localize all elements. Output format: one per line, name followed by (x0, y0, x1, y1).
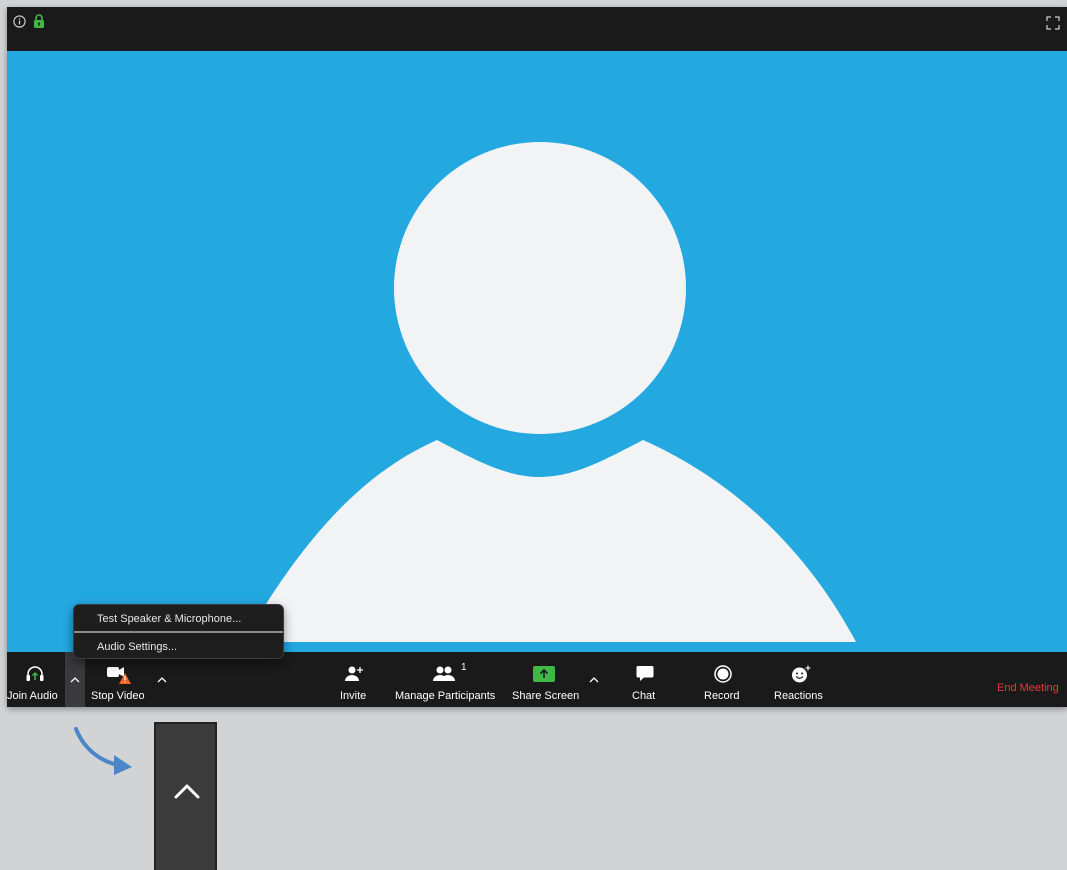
callout-arrow-icon (74, 727, 132, 775)
top-bar (7, 7, 1067, 51)
audio-options-caret[interactable] (65, 652, 85, 707)
menu-divider (74, 631, 283, 633)
share-options-caret[interactable] (584, 652, 604, 707)
share-screen-button[interactable]: Share Screen (509, 652, 581, 707)
invite-button[interactable]: Invite (333, 652, 373, 707)
add-person-icon (345, 666, 363, 681)
participant-avatar (243, 142, 856, 642)
audio-options-menu: Test Speaker & Microphone... Audio Setti… (73, 604, 284, 659)
manage-participants-button[interactable]: 1 Manage Participants (393, 652, 499, 707)
video-area (7, 51, 1067, 652)
participant-count-badge: 1 (461, 662, 467, 673)
menu-item-test-speaker-microphone[interactable]: Test Speaker & Microphone... (74, 607, 283, 631)
chevron-up-icon (70, 677, 80, 683)
chevron-up-icon (174, 784, 200, 799)
video-camera-icon (107, 667, 131, 684)
stop-video-button[interactable]: Stop Video (89, 652, 149, 707)
fullscreen-icon[interactable] (1046, 16, 1060, 30)
zoom-meeting-window: Join Audio Stop Video Invite 1 Manage Pa… (7, 7, 1067, 707)
chevron-up-icon (157, 677, 167, 683)
join-audio-label: Join Audio (7, 690, 58, 702)
reactions-label: Reactions (774, 690, 823, 702)
menu-item-audio-settings[interactable]: Audio Settings... (74, 635, 283, 659)
meeting-toolbar: Join Audio Stop Video Invite 1 Manage Pa… (7, 652, 1067, 707)
join-audio-button[interactable]: Join Audio (7, 652, 65, 707)
chat-bubble-icon (636, 666, 654, 681)
info-icon[interactable] (13, 15, 26, 28)
reactions-button[interactable]: Reactions (771, 652, 831, 707)
video-options-caret[interactable] (152, 652, 172, 707)
invite-label: Invite (340, 690, 367, 702)
lock-icon[interactable] (33, 14, 45, 28)
share-screen-label: Share Screen (512, 690, 580, 702)
zoomed-audio-caret (154, 722, 217, 870)
manage-participants-label: Manage Participants (395, 690, 496, 702)
headphones-icon (26, 666, 44, 681)
reactions-smiley-icon (792, 665, 811, 683)
end-meeting-button[interactable]: End Meeting (997, 682, 1059, 694)
record-label: Record (704, 690, 740, 702)
stop-video-label: Stop Video (91, 690, 145, 702)
share-screen-icon (533, 666, 555, 682)
record-icon (714, 665, 732, 683)
chat-button[interactable]: Chat (627, 652, 663, 707)
record-button[interactable]: Record (701, 652, 745, 707)
chevron-up-icon (589, 677, 599, 683)
participants-icon (433, 666, 455, 681)
chat-label: Chat (632, 690, 656, 702)
